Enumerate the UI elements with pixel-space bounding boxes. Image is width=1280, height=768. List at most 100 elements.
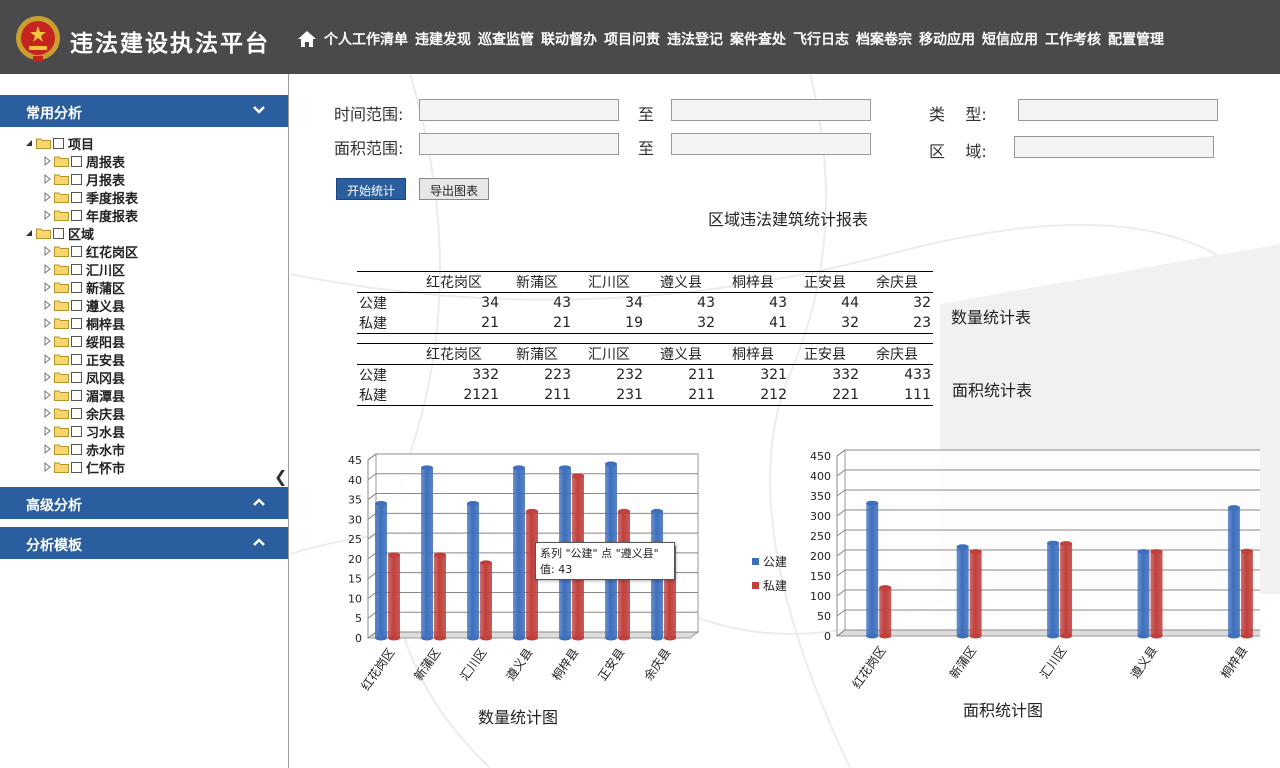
tree-checkbox[interactable] — [71, 317, 82, 329]
panel-analysis-template[interactable]: 分析模板 — [0, 527, 288, 559]
tree-checkbox[interactable] — [71, 191, 82, 203]
panel-common-analysis[interactable]: 常用分析 — [0, 95, 288, 127]
tree-collapsed-icon[interactable] — [42, 192, 52, 202]
tree-checkbox[interactable] — [53, 137, 64, 149]
tree-node[interactable]: 习水县 — [24, 422, 138, 441]
tree-checkbox[interactable] — [71, 425, 82, 437]
time-from-input[interactable] — [419, 99, 619, 121]
tree-node[interactable]: 周报表 — [24, 152, 138, 171]
collapse-sidebar-icon[interactable]: ❮ — [274, 467, 287, 486]
tree-node[interactable]: 年度报表 — [24, 206, 138, 225]
tree-checkbox[interactable] — [71, 443, 82, 455]
export-chart-button[interactable]: 导出图表 — [419, 178, 490, 200]
nav-item[interactable]: 违法登记 — [667, 31, 723, 49]
type-input[interactable] — [1018, 99, 1218, 121]
nav-item[interactable]: 案件查处 — [730, 31, 786, 49]
nav-item[interactable]: 个人工作清单 — [324, 31, 408, 49]
tree-checkbox[interactable] — [71, 173, 82, 185]
folder-open-icon — [36, 228, 51, 239]
home-icon[interactable] — [297, 30, 317, 48]
chart-bar-base — [421, 635, 433, 641]
tree-checkbox[interactable] — [71, 245, 82, 257]
tree-expanded-icon[interactable] — [24, 228, 34, 238]
nav-item[interactable]: 飞行日志 — [793, 31, 849, 49]
tree-collapsed-icon[interactable] — [42, 318, 52, 328]
tree-node[interactable]: 新蒲区 — [24, 278, 138, 297]
chart-bar-base — [618, 635, 630, 641]
tree-collapsed-icon[interactable] — [42, 444, 52, 454]
tree-checkbox[interactable] — [71, 155, 82, 167]
y-tick-label: 0 — [824, 630, 831, 643]
tree-collapsed-icon[interactable] — [42, 264, 52, 274]
tree-node[interactable]: 项目 — [24, 134, 138, 153]
tree-node[interactable]: 桐梓县 — [24, 314, 138, 333]
tree-checkbox[interactable] — [71, 281, 82, 293]
tree-node[interactable]: 区域 — [24, 224, 138, 243]
chart-bar — [1227, 507, 1240, 636]
tree-node[interactable]: 湄潭县 — [24, 386, 138, 405]
tree-node[interactable]: 月报表 — [24, 170, 138, 189]
tree-checkbox[interactable] — [71, 263, 82, 275]
chart-tooltip: 系列 "公建" 点 "遵义县" 值: 43 — [535, 542, 675, 580]
y-tick-label: 45 — [348, 454, 362, 467]
nav-item[interactable]: 短信应用 — [982, 31, 1038, 49]
tree-expanded-icon[interactable] — [24, 138, 34, 148]
tree-node[interactable]: 赤水市 — [24, 440, 138, 459]
region-label: 区 域: — [929, 142, 987, 161]
tree-node[interactable]: 正安县 — [24, 350, 138, 369]
nav-item[interactable]: 工作考核 — [1045, 31, 1101, 49]
tree-node[interactable]: 绥阳县 — [24, 332, 138, 351]
chart-bar — [421, 467, 433, 638]
nav-item[interactable]: 档案卷宗 — [856, 31, 912, 49]
tree-collapsed-icon[interactable] — [42, 462, 52, 472]
area-chart-title: 面积统计图 — [963, 701, 1044, 720]
tree-node[interactable]: 仁怀市 — [24, 458, 138, 477]
tree-node[interactable]: 余庆县 — [24, 404, 138, 423]
area-to-input[interactable] — [671, 133, 871, 155]
tree-collapsed-icon[interactable] — [42, 336, 52, 346]
tree-collapsed-icon[interactable] — [42, 156, 52, 166]
tree-collapsed-icon[interactable] — [42, 300, 52, 310]
nav-item[interactable]: 联动督办 — [541, 31, 597, 49]
nav-item[interactable]: 违建发现 — [415, 31, 471, 49]
tree-checkbox[interactable] — [71, 461, 82, 473]
tree-collapsed-icon[interactable] — [42, 408, 52, 418]
tree-node[interactable]: 凤冈县 — [24, 368, 138, 387]
tree-collapsed-icon[interactable] — [42, 246, 52, 256]
tree-node[interactable]: 红花岗区 — [24, 242, 138, 261]
tree-checkbox[interactable] — [53, 227, 64, 239]
time-to-input[interactable] — [671, 99, 871, 121]
region-input[interactable] — [1014, 136, 1214, 158]
tree-node[interactable]: 季度报表 — [24, 188, 138, 207]
tree-collapsed-icon[interactable] — [42, 372, 52, 382]
y-tick-label: 40 — [348, 474, 362, 487]
nav-item[interactable]: 项目问责 — [604, 31, 660, 49]
tree-collapsed-icon[interactable] — [42, 174, 52, 184]
chevron-down-icon[interactable] — [252, 104, 266, 116]
nav-item[interactable]: 移动应用 — [919, 31, 975, 49]
tree-checkbox[interactable] — [71, 209, 82, 221]
tree-checkbox[interactable] — [71, 353, 82, 365]
start-statistics-button[interactable]: 开始统计 — [336, 178, 407, 200]
panel-advanced-analysis[interactable]: 高级分析 — [0, 487, 288, 519]
tree-collapsed-icon[interactable] — [42, 210, 52, 220]
legend-swatch — [752, 582, 759, 589]
tree-checkbox[interactable] — [71, 371, 82, 383]
area-from-input[interactable] — [419, 133, 619, 155]
tree-collapsed-icon[interactable] — [42, 390, 52, 400]
nav-item[interactable]: 巡查监管 — [478, 31, 534, 49]
tree-collapsed-icon[interactable] — [42, 354, 52, 364]
tree-checkbox[interactable] — [71, 299, 82, 311]
tree-node[interactable]: 遵义县 — [24, 296, 138, 315]
tree-collapsed-icon[interactable] — [42, 282, 52, 292]
tree-checkbox[interactable] — [71, 335, 82, 347]
tree-node-label: 项目 — [68, 137, 95, 153]
table-row: 公建 34 43 34 43 43 44 32 — [357, 293, 933, 314]
tree-checkbox[interactable] — [71, 407, 82, 419]
nav-item[interactable]: 配置管理 — [1108, 31, 1164, 49]
chevron-up-icon[interactable] — [252, 496, 266, 508]
tree-checkbox[interactable] — [71, 389, 82, 401]
tree-collapsed-icon[interactable] — [42, 426, 52, 436]
tree-node[interactable]: 汇川区 — [24, 260, 138, 279]
chevron-up-icon[interactable] — [252, 536, 266, 548]
